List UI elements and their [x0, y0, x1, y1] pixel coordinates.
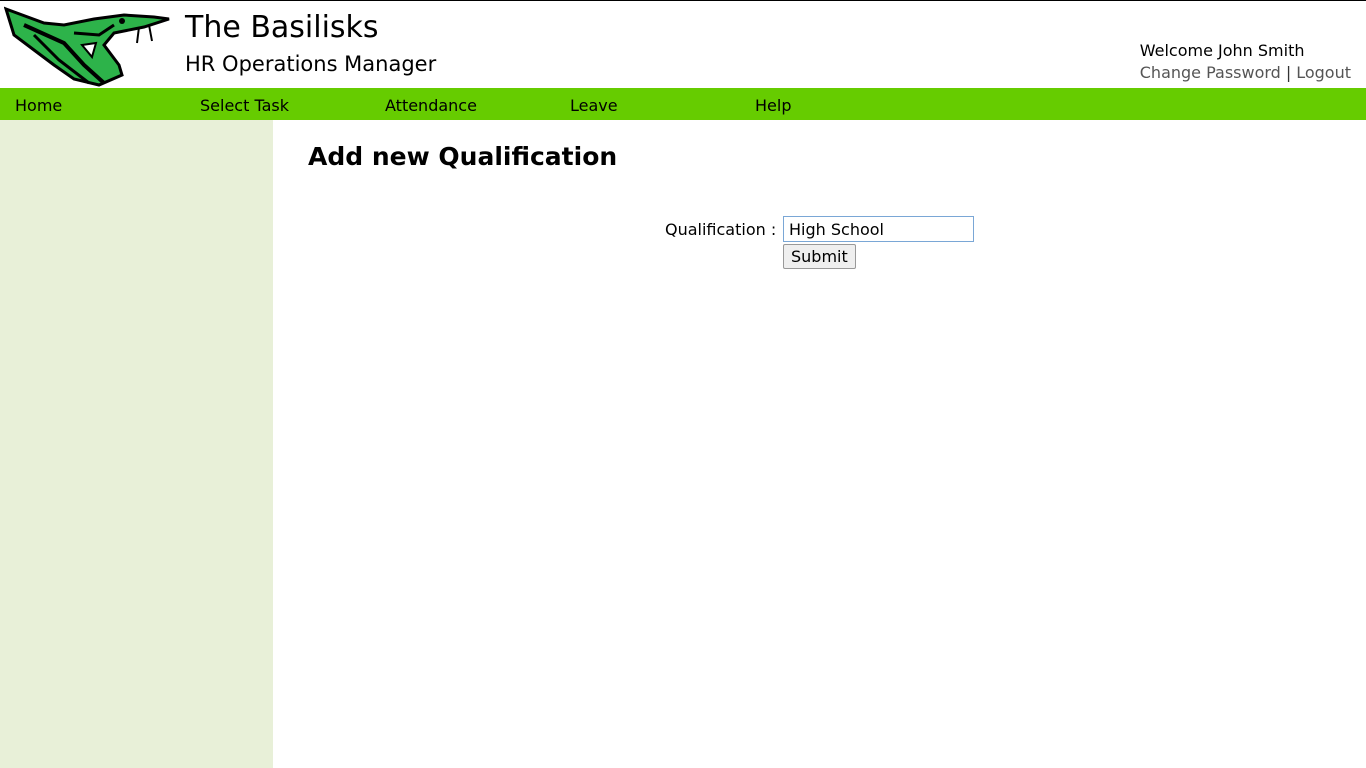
user-links: Change Password | Logout — [1140, 62, 1351, 84]
qualification-input[interactable] — [783, 216, 974, 242]
main-content: Add new Qualification Qualification : Su… — [273, 120, 1366, 768]
basilisk-logo-icon — [4, 6, 170, 87]
user-box: Welcome John Smith Change Password | Logou… — [1140, 40, 1351, 84]
logout-link[interactable]: Logout — [1296, 63, 1351, 82]
page-title: Add new Qualification — [308, 142, 618, 171]
link-separator: | — [1285, 63, 1292, 82]
submit-button[interactable]: Submit — [783, 244, 856, 269]
sidebar — [0, 120, 273, 768]
nav-help[interactable]: Help — [755, 96, 791, 115]
change-password-link[interactable]: Change Password — [1140, 63, 1281, 82]
nav-select-task[interactable]: Select Task — [200, 96, 289, 115]
app-title: The Basilisks — [185, 10, 379, 45]
welcome-text: Welcome John Smith — [1139, 41, 1305, 60]
nav-home[interactable]: Home — [15, 96, 62, 115]
main-nav: Home Select Task Attendance Leave Help — [0, 88, 1366, 120]
nav-attendance[interactable]: Attendance — [385, 96, 477, 115]
nav-leave[interactable]: Leave — [570, 96, 618, 115]
app-subtitle: HR Operations Manager — [185, 52, 437, 76]
qualification-label: Qualification : — [665, 220, 777, 239]
header: The Basilisks HR Operations Manager Welc… — [0, 0, 1366, 88]
